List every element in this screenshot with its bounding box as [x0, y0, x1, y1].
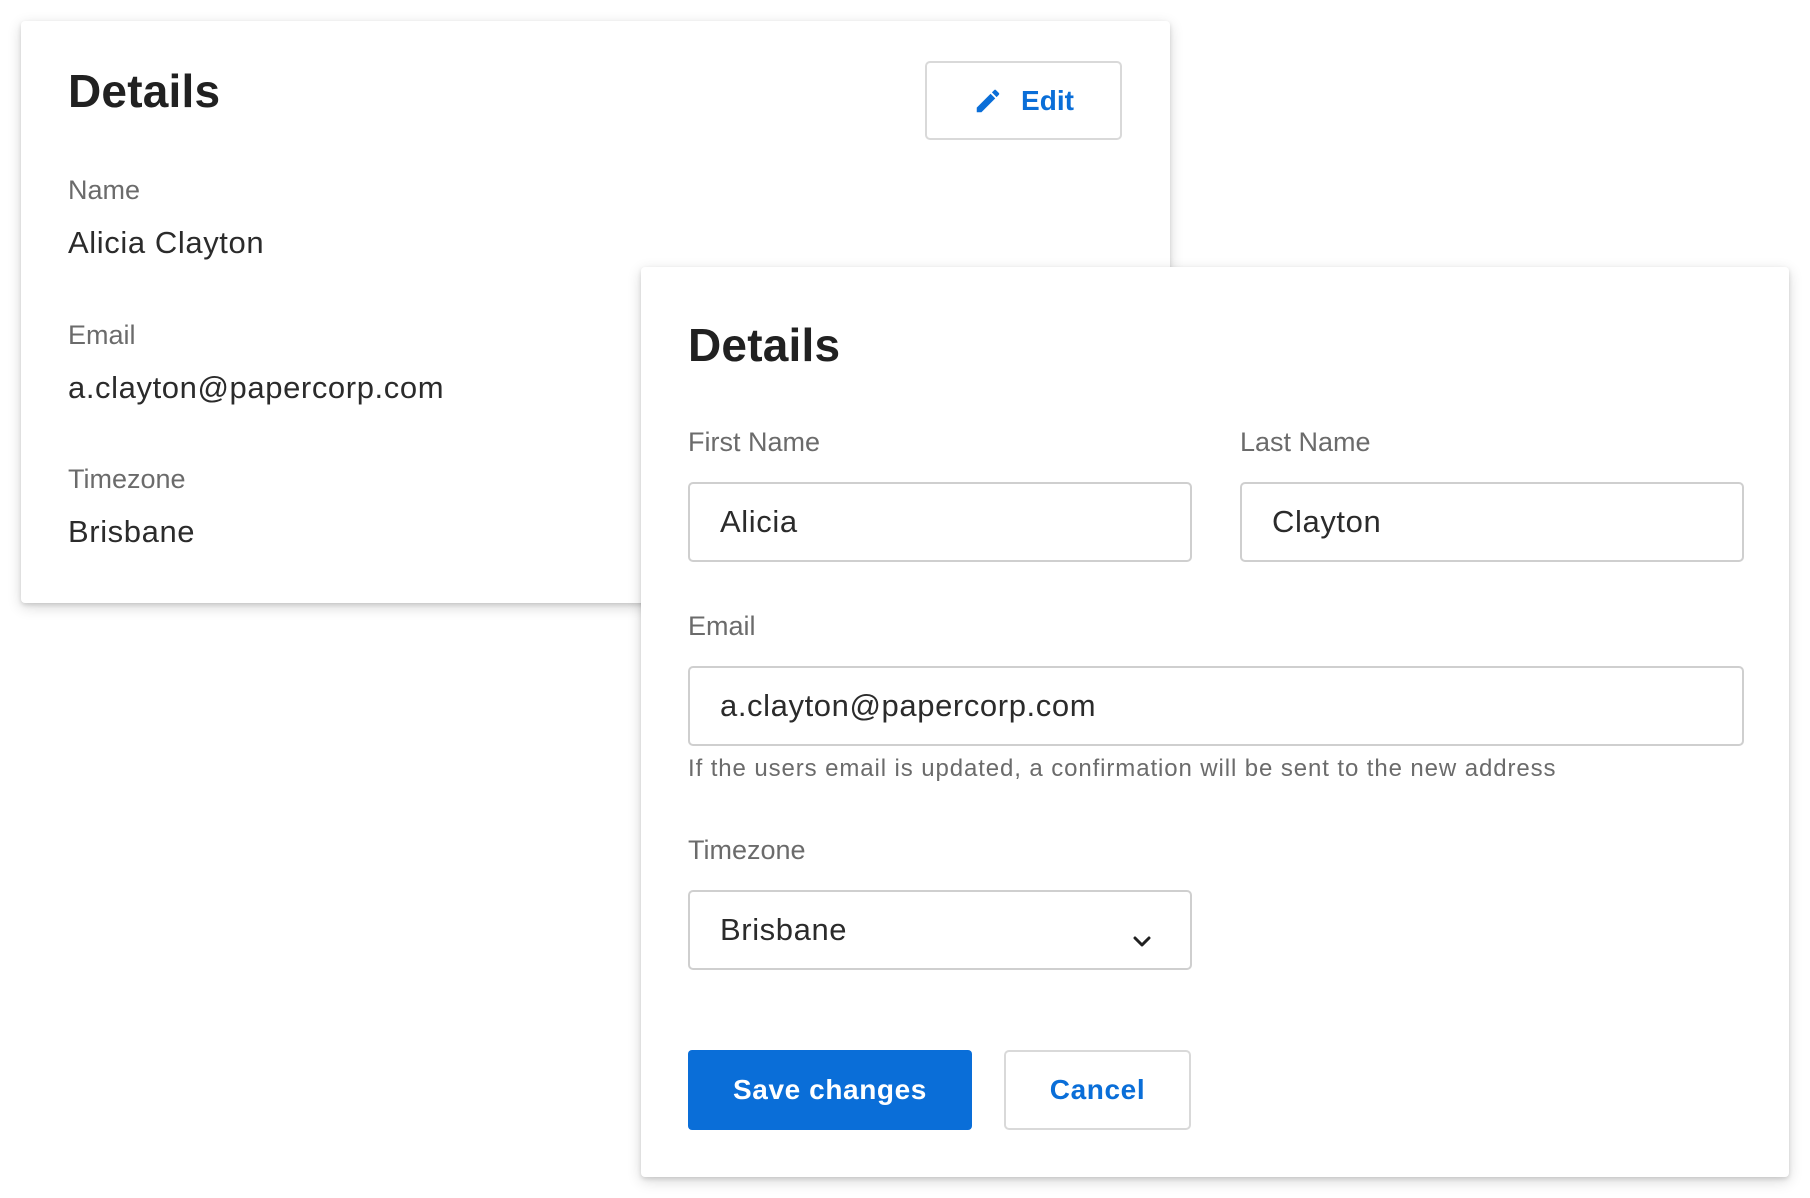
- timezone-select[interactable]: Brisbane: [688, 890, 1192, 970]
- chevron-down-icon: [1132, 922, 1152, 958]
- last-name-input[interactable]: Clayton: [1240, 482, 1744, 562]
- edit-button-label: Edit: [1021, 84, 1074, 116]
- timezone-select-value: Brisbane: [720, 912, 848, 947]
- timezone-label: Timezone: [68, 464, 186, 494]
- page: Details Edit Name Alicia Clayton Email a…: [0, 0, 1810, 1198]
- email-input[interactable]: a.clayton@papercorp.com: [688, 666, 1744, 746]
- timezone-field-label: Timezone: [688, 835, 806, 865]
- email-label: Email: [68, 320, 136, 350]
- cancel-button[interactable]: Cancel: [1004, 1050, 1191, 1130]
- email-input-value: a.clayton@papercorp.com: [720, 688, 1097, 723]
- save-changes-button[interactable]: Save changes: [688, 1050, 972, 1130]
- pencil-icon: [973, 86, 1003, 116]
- name-value: Alicia Clayton: [68, 225, 265, 260]
- name-label: Name: [68, 175, 141, 205]
- first-name-value: Alicia: [720, 504, 798, 539]
- details-edit-card: Details First Name Alicia Last Name Clay…: [641, 267, 1789, 1177]
- details-title: Details: [68, 65, 221, 117]
- first-name-label: First Name: [688, 427, 821, 457]
- email-value: a.clayton@papercorp.com: [68, 370, 445, 405]
- timezone-value: Brisbane: [68, 514, 196, 549]
- email-help-text: If the users email is updated, a confirm…: [688, 755, 1557, 782]
- last-name-value: Clayton: [1272, 504, 1382, 539]
- first-name-input[interactable]: Alicia: [688, 482, 1192, 562]
- email-field-label: Email: [688, 611, 756, 641]
- last-name-label: Last Name: [1240, 427, 1371, 457]
- details-edit-title: Details: [688, 319, 841, 371]
- edit-button[interactable]: Edit: [925, 61, 1122, 140]
